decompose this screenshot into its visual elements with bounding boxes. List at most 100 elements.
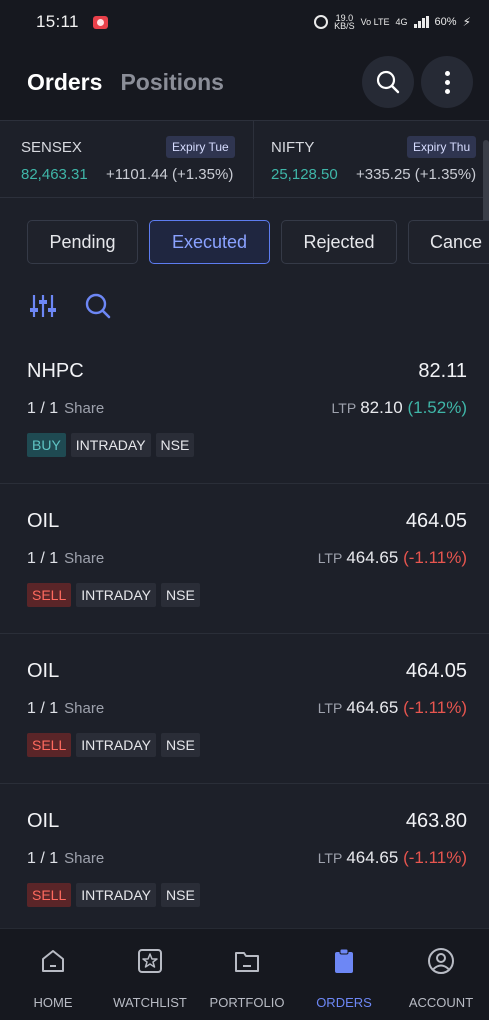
nav-label: PORTFOLIO [209,995,285,1010]
order-ltp: LTP 464.65 (-1.11%) [318,548,467,568]
status-time: 15:11 [36,12,79,31]
ltp-value: 464.65 [346,698,399,717]
quantity-value: 1 / 1 [27,400,59,417]
order-row[interactable]: OIL 464.05 1 / 1 Share LTP 464.65 (-1.11%)… [0,634,489,784]
order-symbol: OIL [27,810,60,832]
quantity-unit: Share [64,400,105,417]
order-price: 82.11 [418,360,467,382]
order-row[interactable]: NHPC 82.11 1 / 1 Share LTP 82.10 (1.52%) B… [0,334,489,484]
order-price: 464.05 [405,660,467,682]
ltp-label: LTP [317,700,343,716]
order-row[interactable]: OIL 464.05 1 / 1 Share LTP 464.65 (-1.11%)… [0,484,489,634]
volte-label: Vo LTE [360,17,390,27]
ltp-value: 464.65 [346,848,399,867]
list-tools [30,292,130,322]
order-tags: SELL INTRADAY NSE [27,883,200,907]
index-change: +1101.44 (+1.35%) [106,166,234,183]
search-icon [376,70,400,94]
index-value: 82,463.31 [21,166,88,183]
index-card-sensex[interactable]: SENSEX Expiry Tue 82,463.31 +1101.44 (+1… [0,121,254,199]
nav-home[interactable]: HOME [4,929,102,1020]
ltp-label: LTP [317,550,343,566]
ltp-label: LTP [331,400,357,416]
nav-label: WATCHLIST [113,995,187,1010]
tab-executed[interactable]: Executed [149,220,270,264]
home-icon [42,950,64,972]
side-badge: BUY [27,433,66,457]
more-vertical-icon [444,70,450,94]
tab-rejected[interactable]: Rejected [281,220,397,264]
index-value: 25,128.50 [271,166,338,183]
order-tags: BUY INTRADAY NSE [27,433,195,457]
order-ltp: LTP 464.65 (-1.11%) [318,848,467,868]
index-expiry-badge: Expiry Thu [407,136,477,158]
tab-cancelled[interactable]: Cance [408,220,489,264]
ltp-change: (1.52%) [407,398,467,417]
order-row[interactable]: OIL 463.80 1 / 1 Share LTP 464.65 (-1.11%)… [0,784,489,934]
index-change: +335.25 (+1.35%) [356,166,477,183]
quantity-unit: Share [64,550,105,567]
quantity-value: 1 / 1 [27,550,59,567]
order-symbol: OIL [27,510,60,532]
exchange-badge: NSE [161,883,200,907]
nav-orders[interactable]: ORDERS [295,929,393,1020]
ltp-change: (-1.11%) [403,848,467,867]
net-speed: 19.0 KB/S [334,14,355,31]
nav-account[interactable]: ACCOUNT [392,929,489,1020]
product-badge: INTRADAY [76,883,156,907]
product-badge: INTRADAY [70,433,151,457]
order-symbol: OIL [27,660,60,682]
index-card-nifty[interactable]: NIFTY Expiry Thu 25,128.50 +335.25 (+1.3… [255,121,489,199]
nav-watchlist[interactable]: WATCHLIST [101,929,199,1020]
nav-label: HOME [33,995,73,1010]
order-ltp: LTP 82.10 (1.52%) [332,398,467,418]
order-quantity: 1 / 1 Share [27,400,104,418]
screen-record-icon [92,15,108,29]
tab-orders[interactable]: Orders [27,69,102,96]
header-more-button[interactable] [421,56,473,108]
app-header: Orders Positions [0,44,489,120]
quantity-unit: Share [64,850,105,867]
order-quantity: 1 / 1 Share [27,850,104,868]
nav-label: ORDERS [316,995,372,1010]
header-search-button[interactable] [362,56,414,108]
battery-level: 60% [434,16,457,28]
clipboard-icon [335,948,353,973]
sliders-icon[interactable] [30,292,56,320]
index-name: SENSEX [21,139,82,156]
network-type: 4G [395,17,408,27]
status-indicators: 19.0 KB/S Vo LTE 4G 60% ⚡ [314,14,471,31]
alarm-icon [314,15,329,29]
quantity-value: 1 / 1 [27,700,59,717]
order-price: 463.80 [405,810,467,832]
index-name: NIFTY [271,139,315,156]
ltp-value: 82.10 [360,398,403,417]
index-ticker: SENSEX Expiry Tue 82,463.31 +1101.44 (+1… [0,120,489,199]
quantity-value: 1 / 1 [27,850,59,867]
side-badge: SELL [27,583,72,607]
exchange-badge: NSE [161,733,200,757]
ltp-label: LTP [317,850,343,866]
search-icon[interactable] [84,292,112,320]
status-bar: 15:11 19.0 KB/S Vo LTE 4G 60% ⚡ [0,0,489,44]
nav-portfolio[interactable]: PORTFOLIO [198,929,296,1020]
order-ltp: LTP 464.65 (-1.11%) [318,698,467,718]
bottom-nav: HOME WATCHLIST PORTFOLIO ORDERS ACCOUNT [0,928,489,1020]
order-price: 464.05 [405,510,467,532]
order-quantity: 1 / 1 Share [27,700,104,718]
tab-positions[interactable]: Positions [120,69,224,96]
charging-icon: ⚡ [462,15,471,29]
tab-pending[interactable]: Pending [27,220,138,264]
exchange-badge: NSE [161,583,200,607]
product-badge: INTRADAY [76,733,156,757]
order-quantity: 1 / 1 Share [27,550,104,568]
star-icon [138,949,162,973]
quantity-unit: Share [64,700,105,717]
ltp-change: (-1.11%) [403,698,467,717]
order-status-tabs: Pending Executed Rejected Cance [27,220,489,264]
order-tags: SELL INTRADAY NSE [27,733,200,757]
order-tags: SELL INTRADAY NSE [27,583,200,607]
signal-icon [413,16,429,28]
nav-label: ACCOUNT [408,995,474,1010]
user-icon [428,948,454,974]
